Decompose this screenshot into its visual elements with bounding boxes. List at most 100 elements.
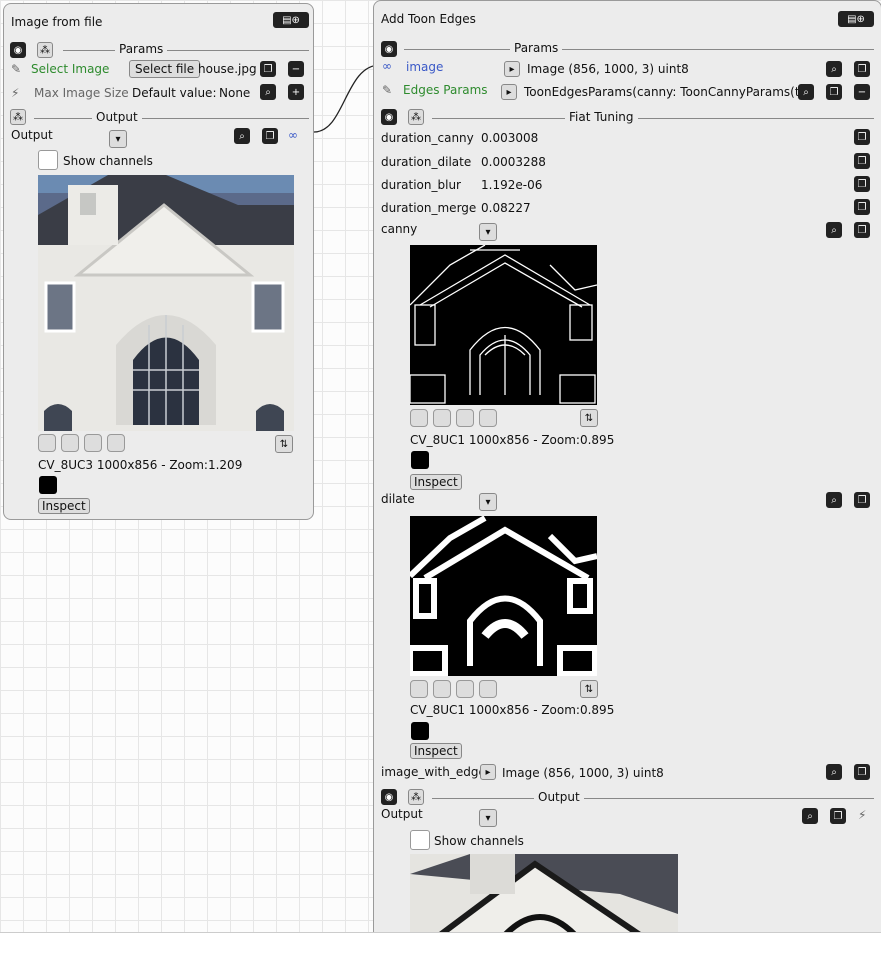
- node-title: Image from file: [11, 15, 103, 29]
- tuning-name: duration_merge: [381, 201, 477, 215]
- expand-arrow-icon[interactable]: ▸: [504, 61, 520, 77]
- image-param-value: Image (856, 1000, 3) uint8: [527, 62, 689, 76]
- zoom-icon[interactable]: ⌕: [826, 222, 842, 238]
- settings-icon[interactable]: ⇅: [275, 435, 293, 453]
- color-swatch: [411, 451, 429, 469]
- zoom-out-icon[interactable]: [61, 434, 79, 452]
- node-title: Add Toon Edges: [381, 12, 476, 26]
- edges-params-value: ToonEdgesParams(canny: ToonCannyParams(t…: [524, 85, 811, 99]
- copy-icon[interactable]: ❐: [830, 808, 846, 824]
- zoom-reset-icon[interactable]: [456, 409, 474, 427]
- expand-arrow-icon[interactable]: ▸: [480, 764, 496, 780]
- zoom-out-icon[interactable]: [433, 680, 451, 698]
- fit-icon[interactable]: [479, 680, 497, 698]
- add-toon-edges-node[interactable]: Add Toon Edges ▤⊕ ◉ Params ∞ image ▸ Ima…: [373, 0, 881, 936]
- tuning-row: duration_canny 0.003008 ❐: [381, 129, 876, 151]
- minus-icon[interactable]: −: [854, 84, 870, 100]
- collapse-icon[interactable]: ⁂: [408, 789, 424, 805]
- params-section-label: Params: [115, 42, 168, 56]
- dilate-image[interactable]: [410, 516, 597, 676]
- select-file-button[interactable]: Select file: [129, 60, 201, 78]
- copy-icon[interactable]: ❐: [260, 61, 276, 77]
- inspect-button[interactable]: Inspect: [410, 474, 462, 490]
- canny-image[interactable]: [410, 245, 597, 405]
- plug-icon: ⚡: [858, 808, 867, 822]
- zoom-out-icon[interactable]: [433, 409, 451, 427]
- zoom-toolbar[interactable]: [410, 409, 502, 430]
- show-channels-label: Show channels: [434, 834, 524, 848]
- zoom-icon[interactable]: ⌕: [798, 84, 814, 100]
- link-icon: ∞: [382, 59, 392, 73]
- dilate-info: CV_8UC1 1000x856 - Zoom:0.895: [410, 703, 615, 717]
- show-channels-checkbox[interactable]: [38, 150, 58, 170]
- zoom-in-icon[interactable]: [38, 434, 56, 452]
- zoom-reset-icon[interactable]: [456, 680, 474, 698]
- node-menu-icon[interactable]: ▤⊕: [838, 11, 874, 27]
- settings-icon[interactable]: ⇅: [580, 409, 598, 427]
- eye-icon[interactable]: ◉: [10, 42, 26, 58]
- settings-icon[interactable]: ⇅: [580, 680, 598, 698]
- image-with-edges-value: Image (856, 1000, 3) uint8: [502, 766, 664, 780]
- zoom-icon[interactable]: ⌕: [234, 128, 250, 144]
- fit-icon[interactable]: [479, 409, 497, 427]
- fit-icon[interactable]: [107, 434, 125, 452]
- eye-icon[interactable]: ◉: [381, 109, 397, 125]
- tuning-row: duration_merge 0.08227 ❐: [381, 199, 876, 221]
- zoom-reset-icon[interactable]: [84, 434, 102, 452]
- dropdown-icon[interactable]: ▾: [109, 130, 127, 148]
- color-swatch: [411, 722, 429, 740]
- dropdown-icon[interactable]: ▾: [479, 493, 497, 511]
- tuning-value: 0.0003288: [481, 155, 546, 169]
- copy-icon[interactable]: ❐: [262, 128, 278, 144]
- eye-icon[interactable]: ◉: [381, 789, 397, 805]
- canny-label: canny: [381, 222, 418, 236]
- tuning-name: duration_dilate: [381, 155, 472, 169]
- show-channels-checkbox[interactable]: [410, 830, 430, 850]
- tuning-value: 1.192e-06: [481, 178, 543, 192]
- inspect-button[interactable]: Inspect: [38, 498, 90, 514]
- zoom-icon[interactable]: ⌕: [826, 492, 842, 508]
- eye-icon[interactable]: ◉: [381, 41, 397, 57]
- zoom-icon[interactable]: ⌕: [260, 84, 276, 100]
- dilate-label: dilate: [381, 492, 415, 506]
- pencil-icon: ✎: [382, 83, 393, 97]
- collapse-icon[interactable]: ⁂: [37, 42, 53, 58]
- copy-icon[interactable]: ❐: [854, 199, 870, 215]
- image-from-file-node[interactable]: Image from file ▤⊕ ◉ ⁂ Params ✎ Select I…: [3, 3, 314, 520]
- zoom-toolbar[interactable]: [410, 680, 502, 701]
- plug-icon: ⚡: [11, 86, 20, 100]
- max-image-size-label: Max Image Size: [34, 86, 129, 100]
- copy-icon[interactable]: ❐: [854, 61, 870, 77]
- output-label: Output: [381, 807, 423, 821]
- copy-icon[interactable]: ❐: [854, 222, 870, 238]
- zoom-icon[interactable]: ⌕: [826, 61, 842, 77]
- tuning-row: duration_blur 1.192e-06 ❐: [381, 176, 876, 198]
- dropdown-icon[interactable]: ▾: [479, 809, 497, 827]
- inspect-button[interactable]: Inspect: [410, 743, 462, 759]
- collapse-icon[interactable]: ⁂: [408, 109, 424, 125]
- zoom-in-icon[interactable]: [410, 680, 428, 698]
- dropdown-icon[interactable]: ▾: [479, 223, 497, 241]
- zoom-toolbar[interactable]: [38, 434, 130, 455]
- copy-icon[interactable]: ❐: [854, 153, 870, 169]
- copy-icon[interactable]: ❐: [854, 176, 870, 192]
- house-image[interactable]: [38, 175, 294, 431]
- zoom-icon[interactable]: ⌕: [802, 808, 818, 824]
- file-name: house.jpg: [198, 62, 257, 76]
- link-icon[interactable]: ∞: [288, 128, 298, 142]
- expand-arrow-icon[interactable]: ▸: [501, 84, 517, 100]
- zoom-icon[interactable]: ⌕: [826, 764, 842, 780]
- copy-icon[interactable]: ❐: [854, 492, 870, 508]
- fiat-tuning-label: Fiat Tuning: [565, 110, 638, 124]
- collapse-icon[interactable]: ⁂: [10, 109, 26, 125]
- copy-icon[interactable]: ❐: [826, 84, 842, 100]
- node-menu-icon[interactable]: ▤⊕: [273, 12, 309, 28]
- color-swatch: [39, 476, 57, 494]
- copy-icon[interactable]: ❐: [854, 764, 870, 780]
- image-info: CV_8UC3 1000x856 - Zoom:1.209: [38, 458, 243, 472]
- tuning-name: duration_blur: [381, 178, 461, 192]
- output-image[interactable]: [410, 854, 678, 935]
- copy-icon[interactable]: ❐: [854, 129, 870, 145]
- status-bar: [0, 932, 881, 964]
- zoom-in-icon[interactable]: [410, 409, 428, 427]
